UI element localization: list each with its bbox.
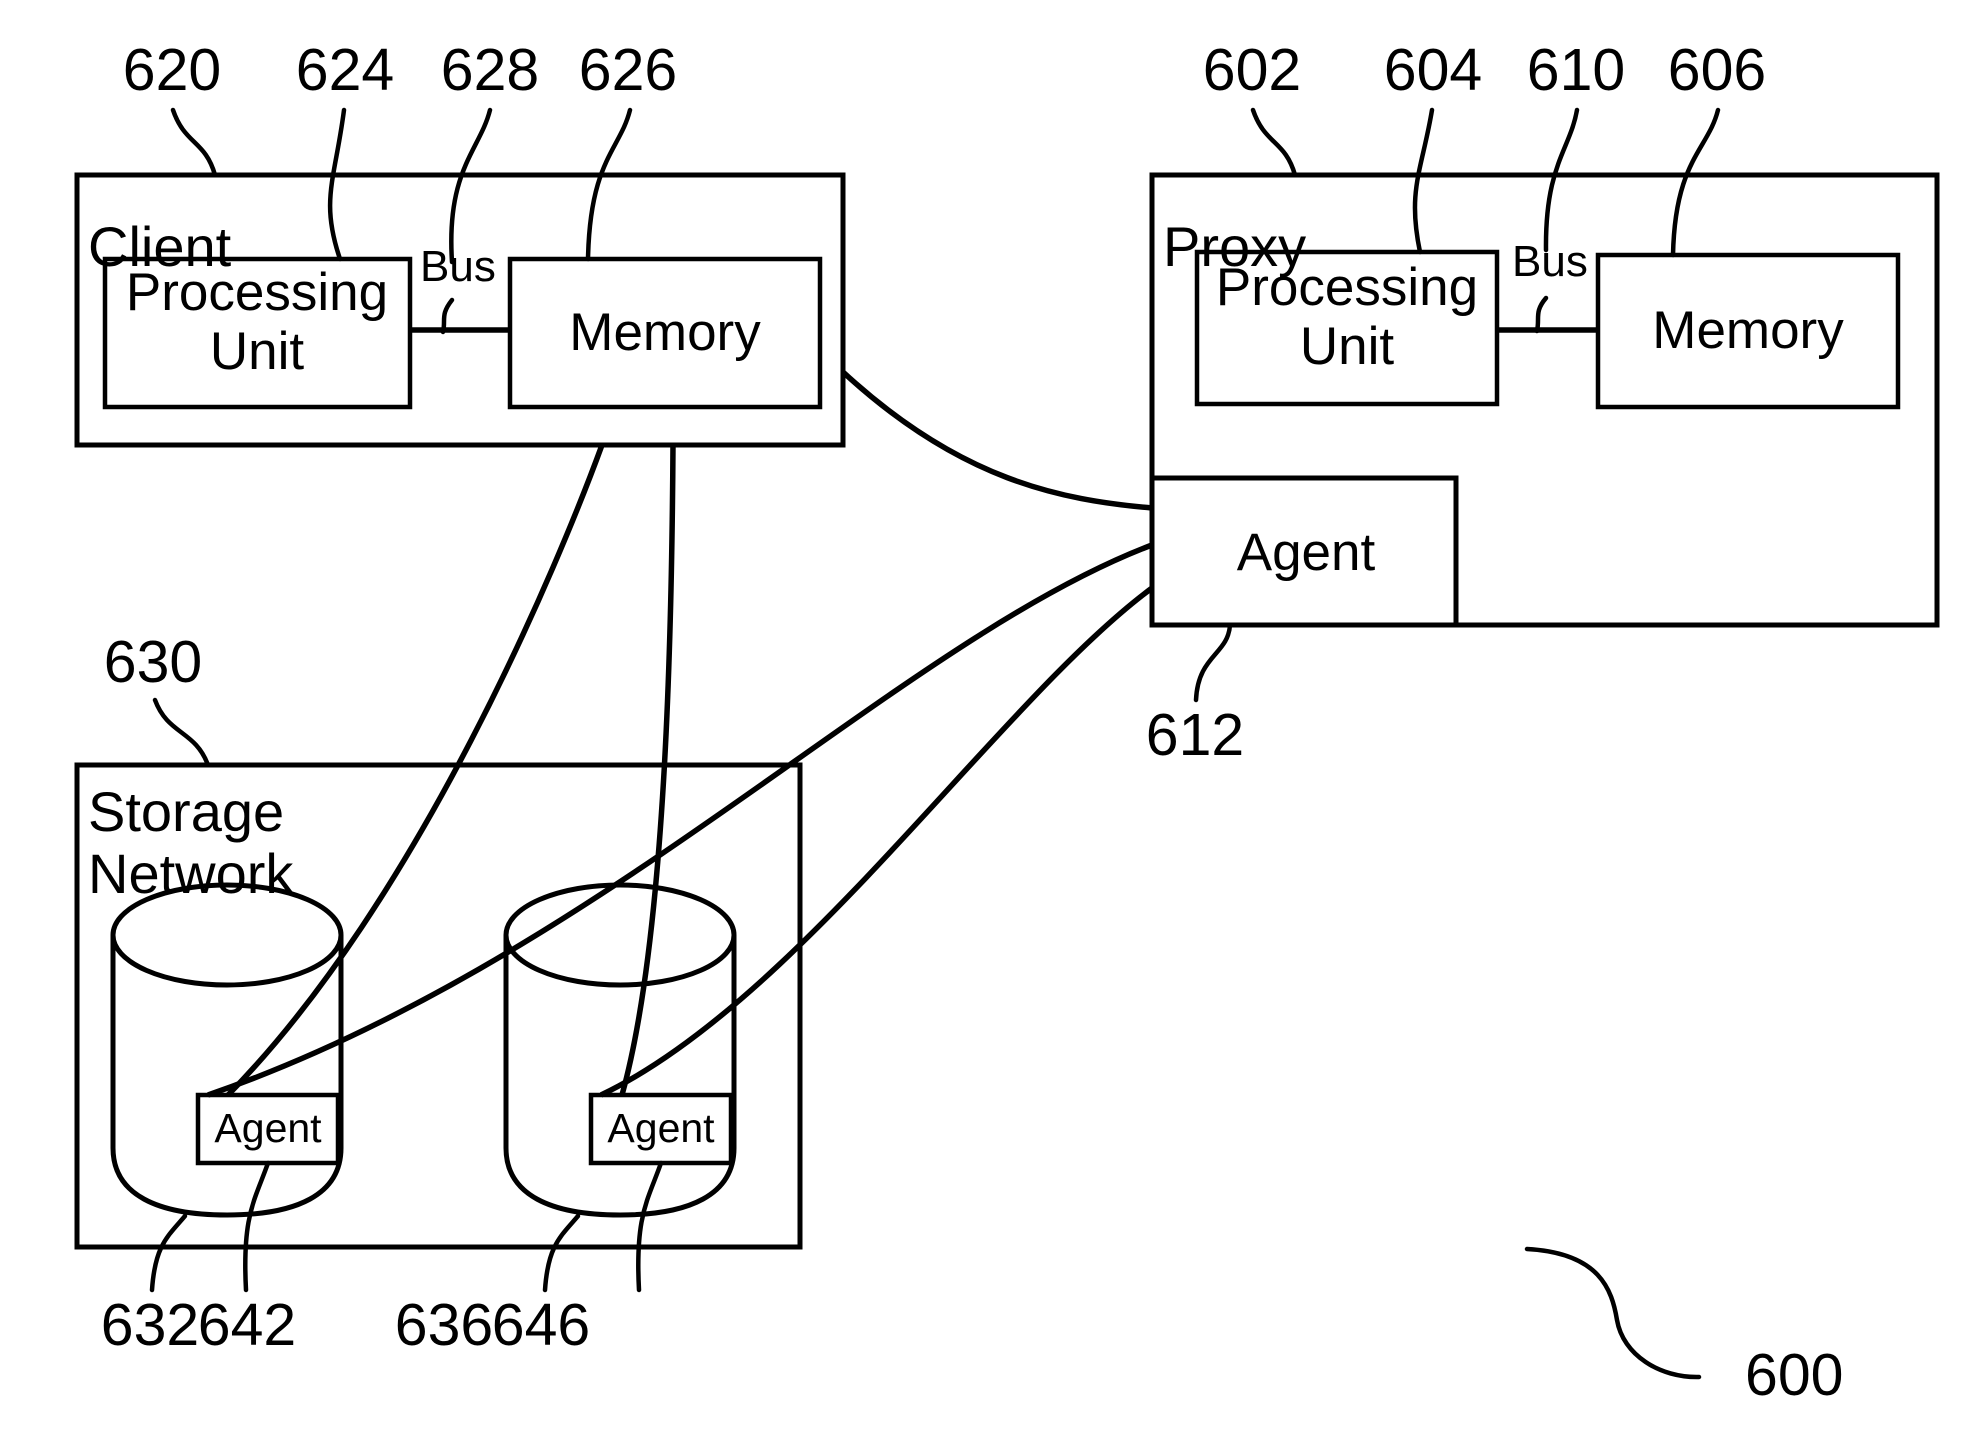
ref-number-604: 604 [1384,37,1482,103]
connection-storage1-agent-to-proxy-agent [207,542,1153,1098]
client-processing-unit-label-line1: Processing [126,263,388,322]
ref-number-628: 628 [441,37,539,103]
storage-network-title-line1: Storage [88,780,284,843]
ref-number-606: 606 [1668,37,1766,103]
leader-line-602 [1250,107,1298,178]
ref-number-636: 636 [395,1292,493,1358]
storage-device-1: Agent [110,882,344,1218]
leader-line-628-lower [440,297,455,335]
proxy-bus-label: Bus [1512,237,1588,286]
storage-device-2-body [503,935,737,1218]
storage-network-block: Storage Network Agent Agent [74,762,803,1250]
leader-line-636 [542,1213,581,1293]
figure-number-group: 600 [1524,1246,1843,1408]
leader-line-612 [1193,622,1233,703]
storage-device-1-agent-label: Agent [214,1105,322,1151]
leader-line-628-upper [449,107,493,265]
leader-line-624 [327,107,347,262]
ref-number-632: 632 [101,1292,199,1358]
leader-line-604 [1412,107,1435,255]
figure-number-600: 600 [1745,1342,1843,1408]
storage-device-1-body [110,935,344,1218]
client-block: Client Processing Unit Bus Memory [74,172,846,448]
connection-storage2-agent-to-client [619,444,676,1096]
leader-line-610-lower [1534,295,1549,334]
proxy-processing-unit-label-line1: Processing [1216,258,1478,317]
ref-number-646: 646 [492,1292,590,1358]
client-bus-label: Bus [420,242,496,291]
proxy-processing-unit-label-line2: Unit [1300,317,1395,376]
proxy-agent-label: Agent [1237,523,1376,582]
ref-number-610: 610 [1527,37,1625,103]
ref-number-626: 626 [579,37,677,103]
leader-line-610-upper [1543,107,1580,253]
leader-line-620 [170,107,218,178]
leader-line-642 [243,1160,271,1293]
leader-line-600 [1524,1246,1702,1380]
leader-line-626 [585,107,633,262]
figure-canvas: Client Processing Unit Bus Memory 620 62… [0,0,1978,1439]
ref-number-624: 624 [296,37,394,103]
leader-line-606 [1670,107,1721,258]
ref-number-630: 630 [104,629,202,695]
leader-line-632 [149,1213,188,1293]
connection-storage1-agent-to-client [226,444,605,1097]
leader-line-646 [636,1160,664,1293]
ref-number-612: 612 [1146,702,1244,768]
ref-number-602: 602 [1203,37,1301,103]
connection-client-to-proxy-agent [841,369,1153,511]
storage-network-title-line2: Network [88,842,294,905]
ref-number-620: 620 [123,37,221,103]
client-memory-label: Memory [569,303,761,362]
leader-line-630 [152,697,211,768]
client-processing-unit-label-line2: Unit [210,322,305,381]
ref-number-642: 642 [198,1292,296,1358]
patent-diagram: Client Processing Unit Bus Memory 620 62… [74,37,1940,1408]
proxy-memory-label: Memory [1652,301,1844,360]
storage-device-2-agent-label: Agent [607,1105,715,1151]
connection-curves [207,369,1154,1098]
